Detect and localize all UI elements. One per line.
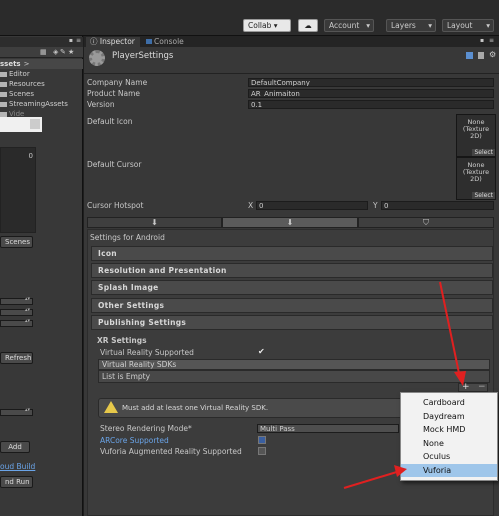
arrow-to-vuforia <box>343 470 401 489</box>
arrow-to-add-button <box>439 281 461 379</box>
arrowhead <box>394 465 407 477</box>
arrowhead <box>454 371 466 386</box>
annotation-arrows <box>343 281 466 489</box>
